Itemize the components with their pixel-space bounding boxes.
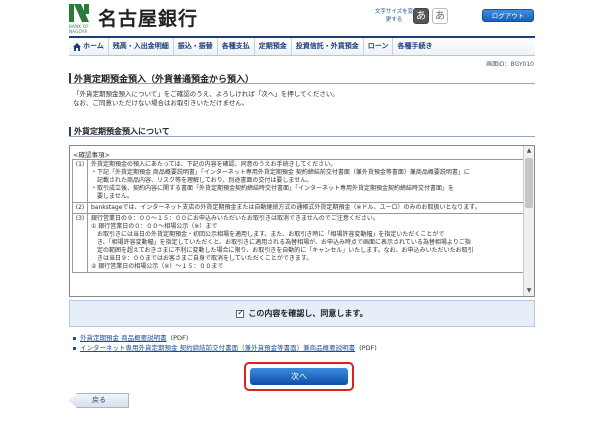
notice-row: (3) 銀行営業日の９：００～１５：００にお申込みいただいたお取引きは取消できま… xyxy=(72,213,524,273)
document-links: 外貨定期預金 商品概要説明書 (PDF) インターネット専用外貨定期預金 契約締… xyxy=(73,333,377,353)
nav-payments[interactable]: 各種支払 xyxy=(218,38,255,55)
logout-button[interactable]: ログアウト xyxy=(482,9,534,22)
bullet-icon xyxy=(73,346,76,350)
nav-investment-forex[interactable]: 投資信託・外貨預金 xyxy=(292,38,364,55)
pdf-label: (PDF) xyxy=(170,334,189,342)
scroll-up-arrow-icon[interactable]: ▲ xyxy=(524,146,534,156)
notice-line: お取引きには当日の外貨定期預金・初回公示相場を適用します。また、お取引き時に「相… xyxy=(91,231,445,238)
nav-procedures[interactable]: 各種手続き xyxy=(393,38,436,55)
home-icon xyxy=(73,42,81,51)
document-link-row: インターネット専用外貨定期預金 契約締結前交付書面（兼外貨預金等書面）兼商品概要… xyxy=(73,343,377,353)
bank-name: 名古屋銀行 xyxy=(98,8,199,30)
product-summary-link[interactable]: 外貨定期預金 商品概要説明書 xyxy=(80,333,167,343)
notice-line: 要しません。 xyxy=(91,193,133,200)
font-size-label: 文字サイズを変更する xyxy=(374,9,414,23)
notice-num: (2) xyxy=(72,202,88,214)
notice-line: き、「相場許容変動幅」を指定していただくと、お取引きに適用される為替相場が、お申… xyxy=(91,239,471,246)
pdf-label: (PDF) xyxy=(359,344,377,352)
page-title: 外貨定期預金預入（外貨普通預金から預入） xyxy=(69,72,535,85)
section-title: 外貨定期預金預入について xyxy=(69,126,535,137)
notice-scroll-box[interactable]: <確認事項> (1) 外貨定期預金の預入にあたっては、下記の内容を確認、同意のう… xyxy=(69,145,535,297)
agree-checkbox-row[interactable]: この内容を確認し、同意します。 xyxy=(69,300,535,327)
bullet-icon xyxy=(73,336,76,340)
notice-text: 銀行営業日の９：００～１５：００にお申込みいただいたお取引きは取消できませんので… xyxy=(87,213,524,273)
intro-text: 「外貨定期預金預入について」をご確認のうえ、よろしければ「次へ」を押してください… xyxy=(73,90,339,108)
pre-contract-document-link[interactable]: インターネット専用外貨定期預金 契約締結前交付書面（兼外貨預金等書面）兼商品概要… xyxy=(80,343,355,353)
nav-transfer[interactable]: 振込・振替 xyxy=(174,38,218,55)
scroll-thumb[interactable] xyxy=(525,158,533,208)
document-link-row: 外貨定期預金 商品概要説明書 (PDF) xyxy=(73,333,377,343)
notice-num: (3) xyxy=(72,213,88,273)
main-nav: ホーム 残高・入出金明細 振込・振替 各種支払 定期預金 投資信託・外貨預金 ロ… xyxy=(69,36,535,56)
notice-line: ① 銀行営業日の０：００～相場公示（※）まで xyxy=(91,223,218,230)
next-button[interactable]: 次へ xyxy=(250,368,348,385)
notice-text: bankstageでは、インターネット支店の外貨定期預金または自動継続方式の通帳… xyxy=(87,202,524,214)
agree-checkbox[interactable] xyxy=(236,308,245,318)
nav-loan[interactable]: ローン xyxy=(364,38,394,55)
intro-line: 「外貨定期預金預入について」をご確認のうえ、よろしければ「次へ」を押してください… xyxy=(73,90,339,98)
notice-line: ② 銀行営業日の相場公示（※）～１５：００まで xyxy=(91,263,224,270)
notice-num: (1) xyxy=(72,159,88,203)
notice-line: 定の範囲を超えておきさまに不利に変動した場合に限り、お取引きを自動的に「キャンセ… xyxy=(91,247,474,254)
screen-id: 画面ID：BGY010 xyxy=(486,61,534,68)
font-size-large-button[interactable]: あ xyxy=(432,8,448,24)
notice-table: (1) 外貨定期預金の預入にあたっては、下記の内容を確認、同意のうえお手続きして… xyxy=(72,159,524,273)
scroll-down-arrow-icon[interactable]: ▼ xyxy=(524,286,534,296)
nav-home-label: ホーム xyxy=(83,42,104,50)
notice-line: きは当日９：００まではお客さまご自身で取消をしていただくことができます。 xyxy=(91,255,313,262)
notice-line: bankstageでは、インターネット支店の外貨定期預金または自動継続方式の通帳… xyxy=(91,204,481,211)
notice-row: (1) 外貨定期預金の預入にあたっては、下記の内容を確認、同意のうえお手続きして… xyxy=(72,159,524,203)
notice-line: ・下記「外貨定期預金 商品概要説明書」「インターネット専用外貨定期預金 契約締結… xyxy=(91,169,470,176)
back-button[interactable]: 戻る xyxy=(69,393,129,408)
intro-line: なお、ご同意いただけない場合はお取引きいただけません。 xyxy=(73,99,249,107)
notice-line: 記載された商品内容、リスク等を理解しており、別途書面の交付は要しません。 xyxy=(91,177,313,184)
font-size-small-button[interactable]: あ xyxy=(413,8,429,24)
nav-balance[interactable]: 残高・入出金明細 xyxy=(109,38,174,55)
notice-row: (2) bankstageでは、インターネット支店の外貨定期預金または自動継続方… xyxy=(72,202,524,214)
notice-line: 銀行営業日の９：００～１５：００にお申込みいただいたお取引きは取消できませんので… xyxy=(91,215,379,222)
notice-scrollbar[interactable]: ▲ ▼ xyxy=(523,146,534,296)
logo-subtext: BANK OF NAGOYA xyxy=(69,24,89,34)
notice-text: 外貨定期預金の預入にあたっては、下記の内容を確認、同意のうえお手続きしてください… xyxy=(87,159,524,203)
bank-logo[interactable]: BANK OF NAGOYA xyxy=(69,4,99,34)
agree-label[interactable]: この内容を確認し、同意します。 xyxy=(248,308,367,319)
notice-line: ・取引成立後、契約内容に関する書面「外貨定期預金契約締結時交付書面」「インターネ… xyxy=(91,185,455,192)
notice-heading: <確認事項> xyxy=(73,151,110,159)
header: BANK OF NAGOYA 名古屋銀行 文字サイズを変更する あ あ ログアウ… xyxy=(0,0,600,34)
notice-line: 外貨定期預金の預入にあたっては、下記の内容を確認、同意のうえお手続きしてください… xyxy=(91,161,337,168)
bank-logo-icon xyxy=(69,4,89,22)
nav-home[interactable]: ホーム xyxy=(69,38,109,55)
nav-time-deposit[interactable]: 定期預金 xyxy=(255,38,292,55)
next-button-highlight: 次へ xyxy=(244,362,354,391)
